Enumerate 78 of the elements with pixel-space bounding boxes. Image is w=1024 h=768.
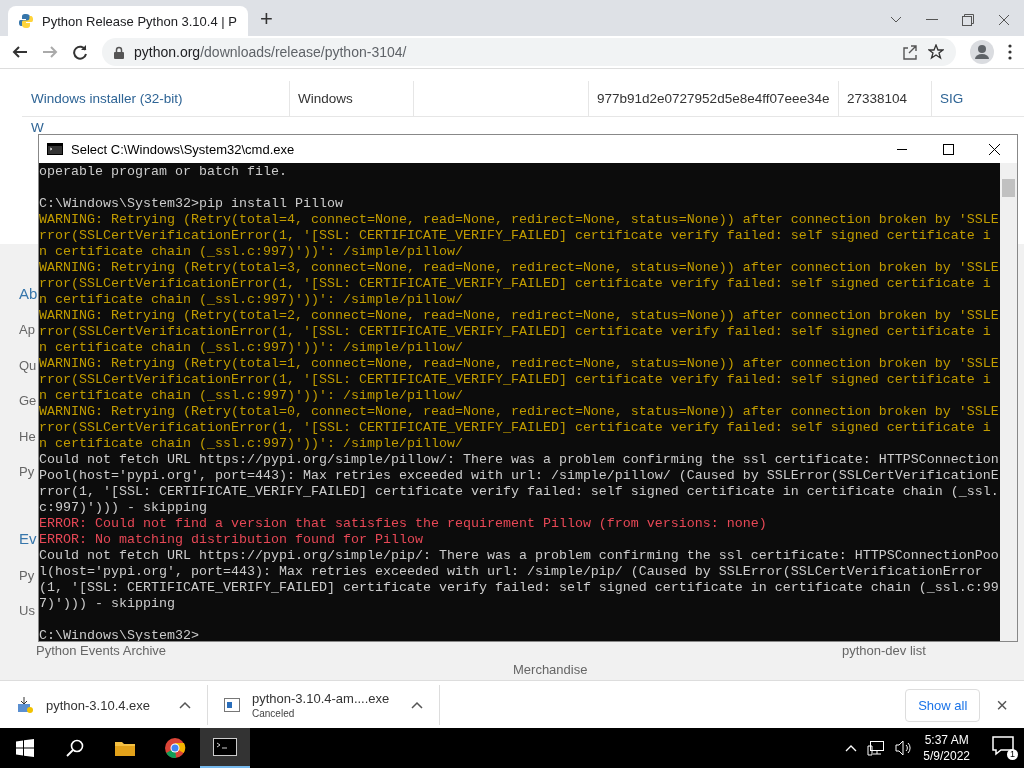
section-heading: Ev — [19, 529, 37, 549]
windows-logo-icon — [16, 739, 34, 757]
show-all-button[interactable]: Show all — [905, 688, 981, 722]
file-name: python-3.10.4-am....exe — [252, 691, 390, 706]
download-link[interactable]: Windows installer (32-bit) — [31, 91, 183, 106]
share-icon[interactable] — [902, 44, 918, 60]
warning-line: WARNING: Retrying (Retry(total=2, connect=None, read=None, redirect=None, status=None)) after connection broken by 'SSLError(SSLCertVerificationError(1, '[SSL: CERTIFICATE_VERIFY_FAILED] certificate verify failed: self signed certificate in certificate chain (_ssl.c:997)'))': /simple/pillow/ — [39, 308, 1000, 356]
caret-icon[interactable] — [411, 701, 423, 709]
console-line: operable program or batch file. — [39, 164, 288, 180]
console-line: Could not fetch URL https://pypi.org/simple/pillow/: There was a problem confirming the ssl certificate: HTTPSConnectionPool(host='pypi.org', port=443): Max retries exceeded with url: /simple/pillow/ (Caused by SSLError(SSLCertVerificationError(1, '[SSL: CERTIFICATE_VERIFY_FAILED] certificate verify failed: self signed certificate in certificate chain (_ssl.c:997)'))) - skipping — [39, 452, 1000, 516]
lock-icon — [114, 45, 124, 59]
size-text: 27338104 — [847, 91, 908, 106]
menu-icon[interactable] — [1008, 44, 1012, 60]
window-file-icon — [224, 698, 240, 712]
console-line: C:\Windows\System32>pip install Pillow — [39, 196, 344, 212]
clock[interactable]: 5:37 AM 5/9/2022 — [923, 732, 970, 764]
console-scrollbar[interactable] — [1000, 163, 1017, 641]
sig-link[interactable]: SIG — [940, 91, 964, 106]
footer-link[interactable]: He — [19, 418, 36, 454]
download-item[interactable]: python-3.10.4.exe — [0, 685, 208, 725]
python-logo-icon — [18, 13, 34, 29]
speaker-icon[interactable] — [895, 740, 914, 756]
maximize-icon — [942, 143, 954, 155]
date-text: 5/9/2022 — [923, 748, 970, 764]
os-text: Windows — [298, 91, 353, 106]
minimize-icon[interactable] — [926, 19, 938, 21]
tab-title: Python Release Python 3.10.4 | P — [42, 13, 237, 29]
error-line: ERROR: Could not find a version that satisfies the requirement Pillow (from versions: none) — [39, 516, 768, 532]
error-line: ERROR: No matching distribution found for Pillow — [39, 532, 424, 548]
section-heading: Ab — [19, 283, 38, 304]
folder-icon — [114, 739, 136, 757]
restore-icon[interactable] — [962, 14, 974, 26]
hash-text: 977b91d2e0727952d5e8e4ff07eee34e — [597, 91, 830, 106]
star-icon[interactable] — [928, 44, 944, 60]
footer-link[interactable]: Ge — [19, 383, 37, 419]
minimize-icon — [897, 148, 907, 150]
warning-line: WARNING: Retrying (Retry(total=1, connect=None, read=None, redirect=None, status=None)) after connection broken by 'SSLError(SSLCertVerificationError(1, '[SSL: CERTIFICATE_VERIFY_FAILED] certificate verify failed: self signed certificate in certificate chain (_ssl.c:997)'))': /simple/pillow/ — [39, 356, 1000, 404]
window-title: Select C:\Windows\System32\cmd.exe — [71, 141, 295, 157]
new-tab-button[interactable]: + — [260, 6, 273, 32]
console-line: C:\Windows\System32> — [39, 628, 200, 641]
back-arrow-icon[interactable] — [12, 44, 28, 60]
chevron-down-icon[interactable] — [890, 16, 902, 24]
caret-icon[interactable] — [179, 701, 191, 709]
close-icon[interactable] — [998, 14, 1010, 26]
terminal-icon — [213, 738, 237, 756]
file-name: python-3.10.4.exe — [46, 697, 151, 713]
footer-link[interactable]: Py — [19, 557, 35, 593]
close-icon — [988, 143, 1000, 155]
warning-line: WARNING: Retrying (Retry(total=0, connect=None, read=None, redirect=None, status=None)) after connection broken by 'SSLError(SSLCertVerificationError(1, '[SSL: CERTIFICATE_VERIFY_FAILED] certificate verify failed: self signed certificate in certificate chain (_ssl.c:997)'))': /simple/pillow/ — [39, 404, 1000, 452]
footer-link[interactable]: Py — [19, 454, 35, 490]
console-icon — [47, 143, 63, 155]
console-line: Could not fetch URL https://pypi.org/simple/pip/: There was a problem confirming the ssl certificate: HTTPSConnectionPool(host='pypi.org', port=443): Max retries exceeded with url: /simple/pip/ (Caused by SSLError(SSLCertVerificationError(1, '[SSL: CERTIFICATE_VERIFY_FAILED] certificate verify failed: self signed certificate in certificate chain (_ssl.c:997)'))) - skipping — [39, 548, 1000, 612]
download-link[interactable]: W — [31, 120, 44, 135]
footer-link[interactable]: Python Events Archive — [36, 643, 167, 658]
reload-icon[interactable] — [72, 44, 88, 60]
footer-link[interactable]: Us — [19, 593, 35, 629]
browser-tab[interactable]: Python Release Python 3.10.4 | P — [8, 6, 248, 36]
profile-avatar-icon[interactable] — [970, 40, 994, 64]
download-item[interactable]: python-3.10.4-am....exe Canceled — [208, 685, 440, 725]
footer-link[interactable]: python-dev list — [842, 643, 926, 658]
search-icon — [66, 739, 84, 757]
chrome-icon — [164, 737, 186, 759]
chevron-up-icon[interactable] — [845, 744, 858, 752]
url-text: python.org/downloads/release/python-3104/ — [134, 44, 407, 60]
network-icon[interactable] — [867, 740, 886, 756]
footer-link[interactable]: Merchandise — [513, 662, 588, 677]
address-bar[interactable]: python.org/downloads/release/python-3104/ — [102, 38, 956, 66]
footer-link[interactable]: Qu — [19, 347, 37, 383]
time-text: 5:37 AM — [924, 732, 969, 748]
notification-count: 1 — [1007, 749, 1018, 760]
download-status: Canceled — [252, 708, 296, 719]
warning-line: WARNING: Retrying (Retry(total=3, connect=None, read=None, redirect=None, status=None)) after connection broken by 'SSLError(SSLCertVerificationError(1, '[SSL: CERTIFICATE_VERIFY_FAILED] certificate verify failed: self signed certificate in certificate chain (_ssl.c:997)'))': /simple/pillow/ — [39, 260, 1000, 308]
taskbar-app-button[interactable] — [200, 728, 250, 768]
installer-icon — [16, 696, 34, 714]
close-button[interactable]: × — [992, 693, 1012, 717]
footer-link[interactable]: Ap — [19, 312, 35, 348]
warning-line: WARNING: Retrying (Retry(total=4, connect=None, read=None, redirect=None, status=None)) after connection broken by 'SSLError(SSLCertVerificationError(1, '[SSL: CERTIFICATE_VERIFY_FAILED] certificate verify failed: self signed certificate in certificate chain (_ssl.c:997)'))': /simple/pillow/ — [39, 212, 1000, 260]
notification-icon[interactable] — [992, 736, 1014, 756]
